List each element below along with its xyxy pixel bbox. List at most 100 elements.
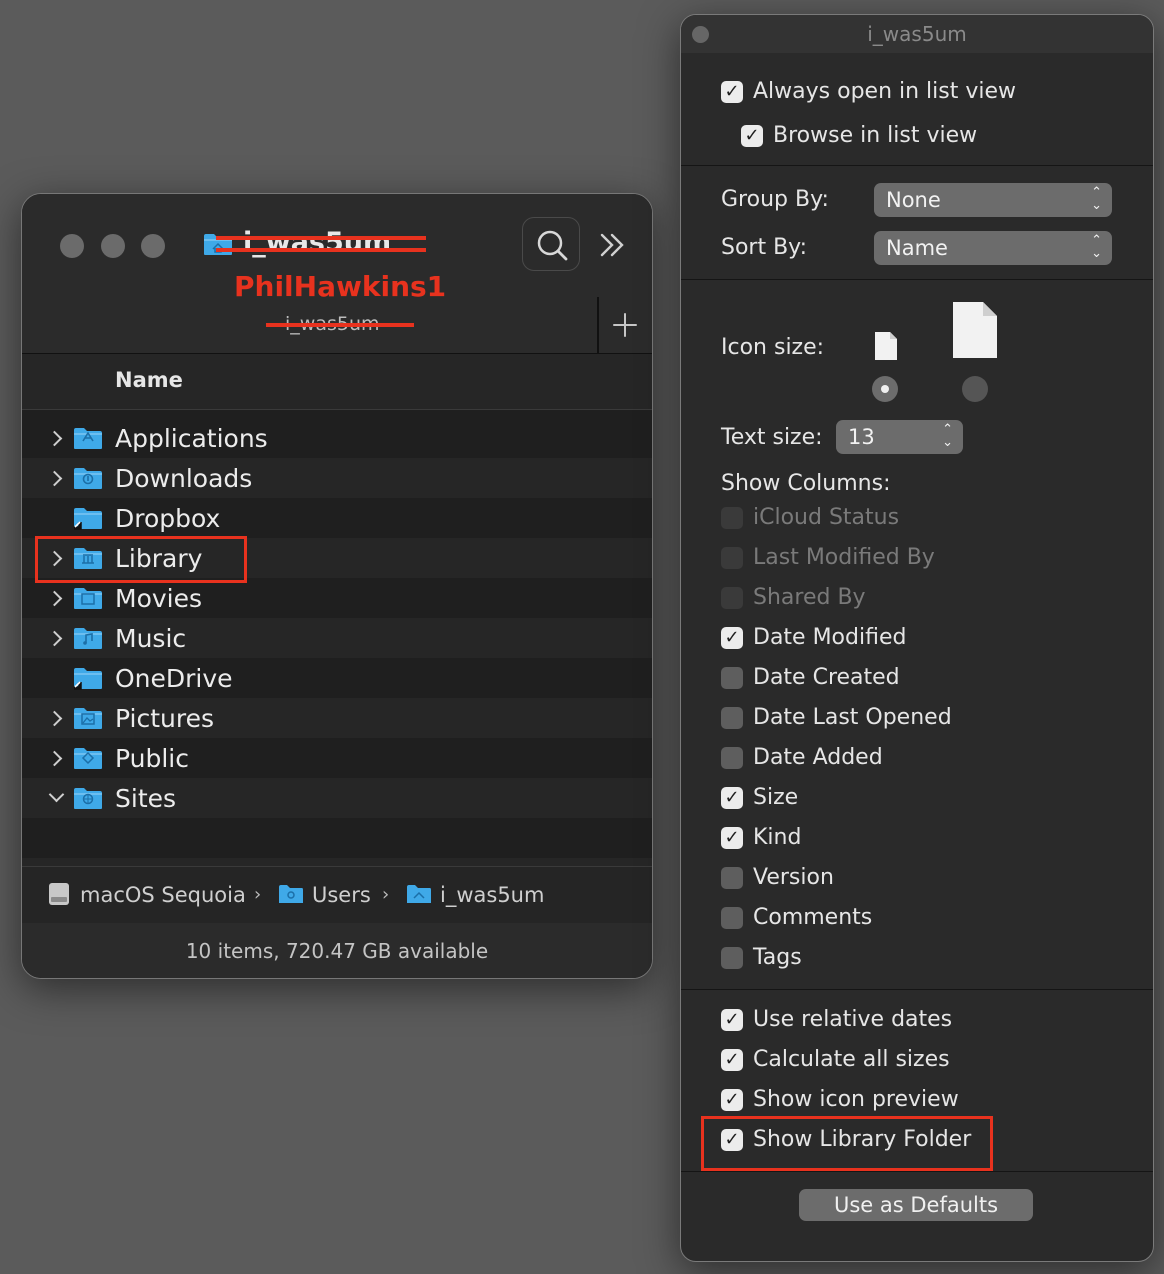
sort-by-select[interactable]: Name ⌃ ⌄ <box>874 231 1112 265</box>
column-checkbox[interactable] <box>721 707 743 729</box>
column-label: Size <box>753 785 799 810</box>
path-item-users[interactable]: Users <box>312 882 371 908</box>
add-tab-button[interactable] <box>597 297 652 353</box>
view-options-panel: i_was5um ✓ Always open in list view ✓ Br… <box>680 14 1154 1262</box>
title-strike-annotation <box>216 236 426 240</box>
column-checkbox[interactable]: ✓ <box>721 787 743 809</box>
divider <box>681 165 1153 166</box>
small-document-icon <box>875 332 897 360</box>
use-as-defaults-button[interactable]: Use as Defaults <box>799 1189 1033 1221</box>
option-checkbox[interactable]: ✓ <box>721 1049 743 1071</box>
disclosure-right-icon[interactable] <box>46 590 63 607</box>
column-label: Last Modified By <box>753 545 935 570</box>
column-checkbox <box>721 547 743 569</box>
divider <box>681 1171 1153 1172</box>
column-label: Date Modified <box>753 625 907 650</box>
name-column-label: Name <box>115 368 183 392</box>
panel-title: i_was5um <box>867 22 967 46</box>
disclosure-down-icon[interactable] <box>48 786 65 803</box>
item-name: Downloads <box>115 464 253 493</box>
empty-row <box>22 818 652 858</box>
column-label: Date Last Opened <box>753 705 952 730</box>
list-item[interactable]: Movies <box>22 578 652 618</box>
disclosure-right-icon[interactable] <box>46 750 63 767</box>
list-item[interactable]: Dropbox <box>22 498 652 538</box>
column-checkbox[interactable] <box>721 747 743 769</box>
list-item[interactable]: Downloads <box>22 458 652 498</box>
item-name: Pictures <box>115 704 214 733</box>
minimize-button[interactable] <box>101 234 125 258</box>
downloads-folder-icon <box>74 468 102 489</box>
hard-drive-icon <box>49 883 69 905</box>
sort-by-label: Sort By: <box>721 235 808 260</box>
large-icon-radio[interactable] <box>962 376 988 402</box>
column-checkbox[interactable]: ✓ <box>721 827 743 849</box>
column-checkbox <box>721 587 743 609</box>
browse-list-checkbox[interactable]: ✓ <box>741 125 763 147</box>
item-name: Sites <box>115 784 177 813</box>
zoom-button[interactable] <box>141 234 165 258</box>
public-folder-icon <box>74 748 102 769</box>
column-checkbox[interactable] <box>721 907 743 929</box>
option-checkbox[interactable]: ✓ <box>721 1089 743 1111</box>
empty-row <box>22 858 652 866</box>
path-item-drive[interactable]: macOS Sequoia <box>80 882 246 908</box>
list-item[interactable]: Public <box>22 738 652 778</box>
column-checkbox[interactable]: ✓ <box>721 627 743 649</box>
sort-by-value: Name <box>886 236 948 260</box>
item-name: Music <box>115 624 187 653</box>
option-checkbox[interactable]: ✓ <box>721 1009 743 1031</box>
path-item-home[interactable]: i_was5um <box>440 882 544 908</box>
divider <box>681 989 1153 990</box>
list-item[interactable]: Sites <box>22 778 652 818</box>
close-button[interactable] <box>60 234 84 258</box>
list-item[interactable]: Pictures <box>22 698 652 738</box>
option-label: Use relative dates <box>753 1007 953 1032</box>
option-label: Calculate all sizes <box>753 1047 950 1072</box>
disclosure-right-icon[interactable] <box>46 710 63 727</box>
disclosure-right-icon[interactable] <box>46 430 63 447</box>
movies-folder-icon <box>74 588 102 609</box>
column-checkbox[interactable] <box>721 947 743 969</box>
more-toolbar-icon[interactable] <box>598 231 628 259</box>
group-by-select[interactable]: None ⌃ ⌄ <box>874 183 1112 217</box>
item-name: Movies <box>115 584 203 613</box>
list-item[interactable]: Music <box>22 618 652 658</box>
name-annotation: PhilHawkins1 <box>234 270 447 303</box>
column-label: Date Created <box>753 665 900 690</box>
disclosure-right-icon[interactable] <box>46 630 63 647</box>
column-label: Date Added <box>753 745 883 770</box>
column-checkbox[interactable] <box>721 867 743 889</box>
path-separator: › <box>254 884 262 905</box>
large-document-icon <box>953 302 997 358</box>
list-item[interactable]: Applications <box>22 418 652 458</box>
library-folder-option-annotation <box>701 1116 993 1171</box>
group-by-label: Group By: <box>721 187 829 212</box>
disclosure-right-icon[interactable] <box>46 470 63 487</box>
updown-icon: ⌃ ⌄ <box>1091 233 1102 261</box>
home-folder-icon <box>407 885 431 903</box>
pictures-folder-icon <box>74 708 102 729</box>
browse-list-label: Browse in list view <box>773 123 978 148</box>
sites-folder-icon <box>74 788 102 809</box>
column-label: Tags <box>753 945 802 970</box>
column-checkbox[interactable] <box>721 667 743 689</box>
updown-icon: ⌃ ⌄ <box>1091 185 1102 213</box>
text-size-value: 13 <box>848 425 875 449</box>
users-folder-icon <box>279 885 303 903</box>
group-by-value: None <box>886 188 941 212</box>
column-label: Comments <box>753 905 873 930</box>
divider <box>681 279 1153 280</box>
small-icon-radio[interactable] <box>872 376 898 402</box>
always-open-list-checkbox[interactable]: ✓ <box>721 81 743 103</box>
text-size-select[interactable]: 13 ⌃ ⌄ <box>836 420 963 454</box>
item-name: Dropbox <box>115 504 221 533</box>
library-highlight-annotation <box>35 536 247 583</box>
text-size-label: Text size: <box>721 425 823 450</box>
item-name: Public <box>115 744 189 773</box>
applications-folder-icon <box>74 428 102 449</box>
search-button[interactable] <box>522 217 580 271</box>
column-label: Shared By <box>753 585 866 610</box>
list-item[interactable]: OneDrive <box>22 658 652 698</box>
item-name: OneDrive <box>115 664 233 693</box>
